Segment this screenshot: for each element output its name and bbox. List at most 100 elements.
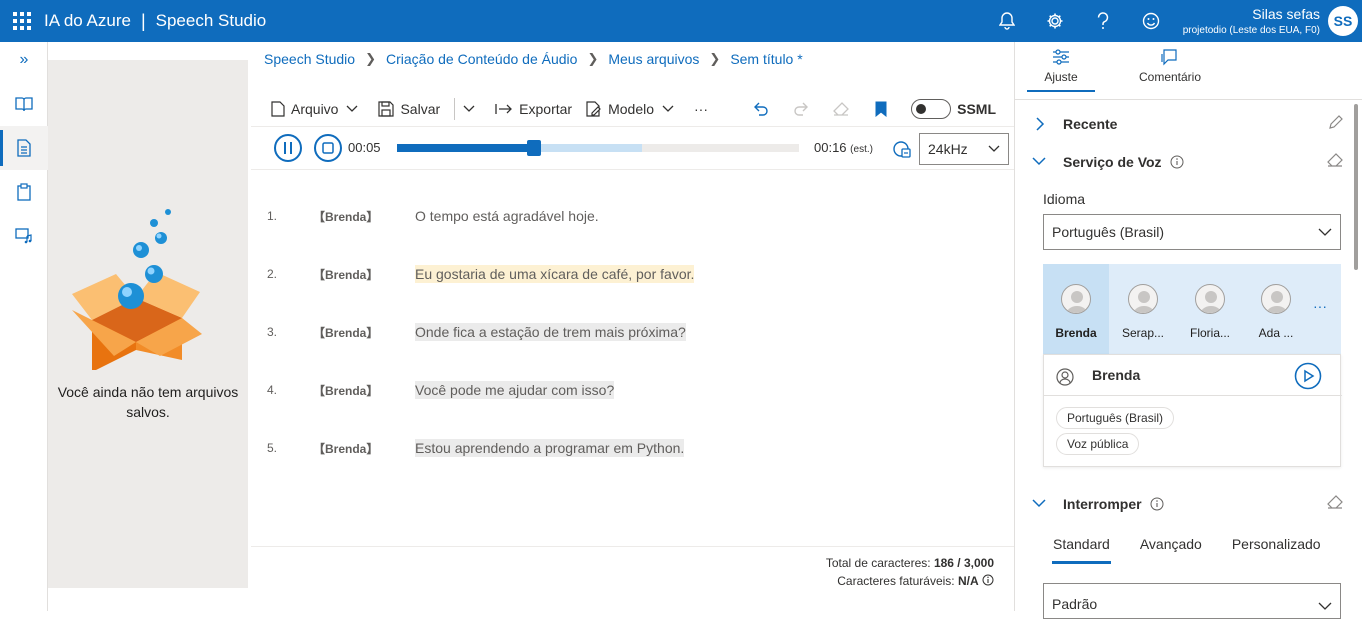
voice-option[interactable]: Floria... <box>1177 264 1243 354</box>
tab-advanced[interactable]: Avançado <box>1140 536 1202 552</box>
save-options-button[interactable] <box>463 105 481 113</box>
eraser-icon[interactable] <box>1326 152 1344 168</box>
properties-tabs: Ajuste Comentário <box>1015 42 1362 100</box>
editor-footer: Total de caracteres: 186 / 3,000 Caracte… <box>251 546 1014 611</box>
product-name[interactable]: Speech Studio <box>156 11 267 31</box>
breadcrumb-speech-studio[interactable]: Speech Studio <box>264 51 355 67</box>
card-divider <box>1044 395 1342 396</box>
line-text[interactable]: O tempo está agradável hoje. <box>415 207 599 225</box>
line-text[interactable]: Estou aprendendo a programar em Python. <box>415 439 685 457</box>
file-icon <box>271 101 285 117</box>
template-label: Modelo <box>608 101 654 117</box>
chevron-down-icon <box>988 145 1000 152</box>
info-icon[interactable] <box>982 574 994 586</box>
info-icon[interactable] <box>1170 155 1184 169</box>
chevron-right-icon: ❯ <box>365 51 376 66</box>
template-menu-button[interactable]: Modelo <box>586 101 680 117</box>
undo-icon[interactable] <box>741 101 781 117</box>
file-menu-button[interactable]: Arquivo <box>271 101 364 117</box>
loop-icon[interactable] <box>892 139 912 162</box>
expand-nav-icon[interactable]: » <box>0 42 48 78</box>
properties-panel: Ajuste Comentário Recente Serviço de Voz… <box>1014 42 1362 619</box>
speaker-tag[interactable]: 【Brenda】 <box>313 208 378 225</box>
stop-button[interactable] <box>314 134 342 162</box>
voice-option[interactable]: Brenda <box>1043 264 1109 354</box>
help-icon[interactable] <box>1079 0 1127 42</box>
tab-adjust[interactable]: Ajuste <box>1027 48 1095 92</box>
pencil-icon[interactable] <box>1328 114 1344 130</box>
speaker-tag[interactable]: 【Brenda】 <box>313 266 378 283</box>
chevron-down-icon <box>463 105 475 112</box>
gear-icon[interactable] <box>1031 0 1079 42</box>
template-icon <box>586 101 601 117</box>
eraser-icon[interactable] <box>821 101 861 117</box>
play-sample-icon[interactable] <box>1294 362 1322 390</box>
breadcrumb-untitled[interactable]: Sem título * <box>730 51 802 67</box>
char-count: Total de caracteres: 186 / 3,000 <box>826 556 994 570</box>
audio-file-icon[interactable] <box>0 214 48 258</box>
ssml-toggle[interactable] <box>911 99 952 119</box>
voice-gallery: Brenda Serap... Floria... Ada ... ··· <box>1043 264 1341 354</box>
voice-option[interactable]: Serap... <box>1110 264 1176 354</box>
clipboard-icon[interactable] <box>0 170 48 214</box>
more-button[interactable]: ··· <box>694 101 708 117</box>
export-icon <box>495 104 513 114</box>
line-text[interactable]: Você pode me ajudar com isso? <box>415 381 615 399</box>
line-text[interactable]: Eu gostaria de uma xícara de café, por f… <box>415 265 695 283</box>
progress-thumb[interactable] <box>526 140 541 156</box>
language-chip: Português (Brasil) <box>1056 407 1175 429</box>
active-tab-indicator <box>1027 90 1095 92</box>
redo-icon[interactable] <box>781 101 821 117</box>
line-text[interactable]: Onde fica a estação de trem mais próxima… <box>415 323 686 341</box>
break-strength-select[interactable]: Padrão <box>1043 583 1341 619</box>
document-icon[interactable] <box>0 126 48 170</box>
voice-option[interactable]: Ada ... <box>1243 264 1309 354</box>
speaker-tag[interactable]: 【Brenda】 <box>313 440 378 457</box>
pause-button[interactable] <box>274 134 302 162</box>
progress-bar[interactable] <box>397 140 799 156</box>
section-recent[interactable]: Recente <box>1031 116 1117 132</box>
scrollbar[interactable] <box>1354 104 1358 270</box>
export-button[interactable]: Exportar <box>495 101 572 117</box>
char-count-value: 186 / 3,000 <box>933 556 994 570</box>
voice-name: Ada ... <box>1258 326 1294 340</box>
left-nav: » <box>0 42 48 611</box>
sample-rate-select[interactable]: 24kHz <box>919 133 1009 165</box>
voice-name: Serap... <box>1121 326 1165 340</box>
breadcrumb-audio-content[interactable]: Criação de Conteúdo de Áudio <box>386 51 577 67</box>
info-icon[interactable] <box>1150 497 1164 511</box>
section-break-title: Interromper <box>1063 496 1142 512</box>
eraser-icon[interactable] <box>1326 494 1344 510</box>
empty-box-illustration <box>72 209 202 370</box>
more-voices-button[interactable]: ··· <box>1313 298 1327 314</box>
voice-avatar-icon <box>1261 284 1291 314</box>
language-select[interactable]: Português (Brasil) <box>1043 214 1341 250</box>
speaker-tag[interactable]: 【Brenda】 <box>313 324 378 341</box>
section-voice-service[interactable]: Serviço de Voz <box>1031 154 1184 170</box>
tab-comment[interactable]: Comentário <box>1135 48 1205 84</box>
section-voice-title: Serviço de Voz <box>1063 154 1162 170</box>
service-name[interactable]: IA do Azure <box>44 11 131 31</box>
save-button[interactable]: Salvar <box>378 101 440 117</box>
person-icon <box>1056 368 1074 386</box>
app-launcher-icon[interactable] <box>0 0 44 42</box>
estimate-label: (est.) <box>850 144 873 155</box>
empty-files-text: Você ainda não tem arquivos salvos. <box>57 384 239 420</box>
bookmark-icon[interactable] <box>861 101 901 117</box>
save-icon <box>378 101 395 117</box>
bell-icon[interactable] <box>983 0 1031 42</box>
user-info[interactable]: Silas sefas projetodio (Leste dos EUA, F… <box>1183 6 1320 36</box>
tab-custom[interactable]: Personalizado <box>1232 536 1321 552</box>
chevron-down-icon <box>1318 602 1332 610</box>
progress-fill <box>397 144 534 152</box>
stop-icon <box>322 142 334 154</box>
breadcrumb-my-files[interactable]: Meus arquivos <box>608 51 699 67</box>
book-icon[interactable] <box>0 82 48 126</box>
pause-icon <box>284 142 292 154</box>
speaker-tag[interactable]: 【Brenda】 <box>313 382 378 399</box>
feedback-icon[interactable] <box>1127 0 1175 42</box>
tab-standard[interactable]: Standard <box>1052 536 1111 564</box>
section-break[interactable]: Interromper <box>1031 496 1164 512</box>
billable-label: Caracteres faturáveis: <box>837 574 955 588</box>
avatar[interactable]: SS <box>1328 6 1358 36</box>
